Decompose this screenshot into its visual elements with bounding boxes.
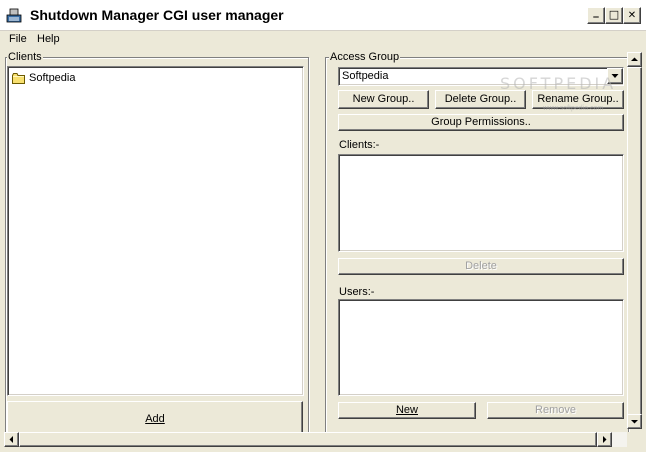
arrow-left-icon xyxy=(9,436,13,443)
delete-label: Delete xyxy=(465,260,497,272)
maximize-icon: □ xyxy=(608,8,620,21)
arrow-up-icon xyxy=(631,57,638,61)
rename-group-label: Rename Group.. xyxy=(537,93,619,105)
menu-file[interactable]: File xyxy=(9,33,27,45)
group-permissions-button[interactable]: Group Permissions.. xyxy=(338,114,624,131)
folder-icon xyxy=(12,73,25,84)
menu-bar: File Help xyxy=(0,31,646,49)
new-group-label: New Group.. xyxy=(352,93,415,105)
group-users-label: Users:- xyxy=(339,286,375,298)
scroll-left-button[interactable] xyxy=(4,432,19,447)
softpedia-watermark: SOFTPEDIA xyxy=(500,74,617,93)
group-clients-list[interactable] xyxy=(338,154,624,252)
scroll-right-button[interactable] xyxy=(597,432,612,447)
horizontal-scroll-thumb[interactable] xyxy=(19,432,597,447)
scroll-down-button[interactable] xyxy=(627,414,642,429)
app-icon xyxy=(6,8,22,23)
title-bar[interactable]: Shutdown Manager CGI user manager _ □ ✕ xyxy=(0,0,646,31)
tree-item-label: Softpedia xyxy=(29,72,76,84)
clients-tree[interactable] xyxy=(7,66,304,396)
remove-user-button[interactable]: Remove xyxy=(487,402,624,419)
remove-label: Remove xyxy=(535,404,576,416)
delete-group-label: Delete Group.. xyxy=(444,93,517,105)
scrollbar-corner xyxy=(627,432,642,447)
close-icon: ✕ xyxy=(627,10,637,21)
new-group-button[interactable]: New Group.. xyxy=(338,90,429,109)
group-clients-label: Clients:- xyxy=(339,139,380,151)
app-window: Shutdown Manager CGI user manager _ □ ✕ … xyxy=(0,0,646,452)
minimize-icon: _ xyxy=(593,5,599,18)
new-label: New xyxy=(395,404,418,416)
close-button[interactable]: ✕ xyxy=(623,7,641,24)
vertical-scroll-thumb[interactable] xyxy=(627,67,642,419)
group-permissions-label: Group Permissions.. xyxy=(431,116,531,128)
add-button-label: Add xyxy=(145,413,165,425)
delete-client-button[interactable]: Delete xyxy=(338,258,624,275)
menu-help[interactable]: Help xyxy=(37,33,60,45)
new-user-button[interactable]: New xyxy=(338,402,476,419)
clients-group-label: Clients xyxy=(7,51,43,64)
maximize-button[interactable]: □ xyxy=(605,7,623,24)
softpedia-watermark-url: www.softpedia.com xyxy=(543,105,604,112)
minimize-button[interactable]: _ xyxy=(587,5,605,24)
arrow-down-icon xyxy=(631,420,638,424)
group-select-value: Softpedia xyxy=(342,70,389,82)
access-group-label: Access Group xyxy=(329,51,401,64)
group-users-list[interactable] xyxy=(338,299,624,396)
scroll-up-button[interactable] xyxy=(627,52,642,67)
arrow-right-icon xyxy=(603,436,607,443)
window-title: Shutdown Manager CGI user manager xyxy=(30,7,284,23)
